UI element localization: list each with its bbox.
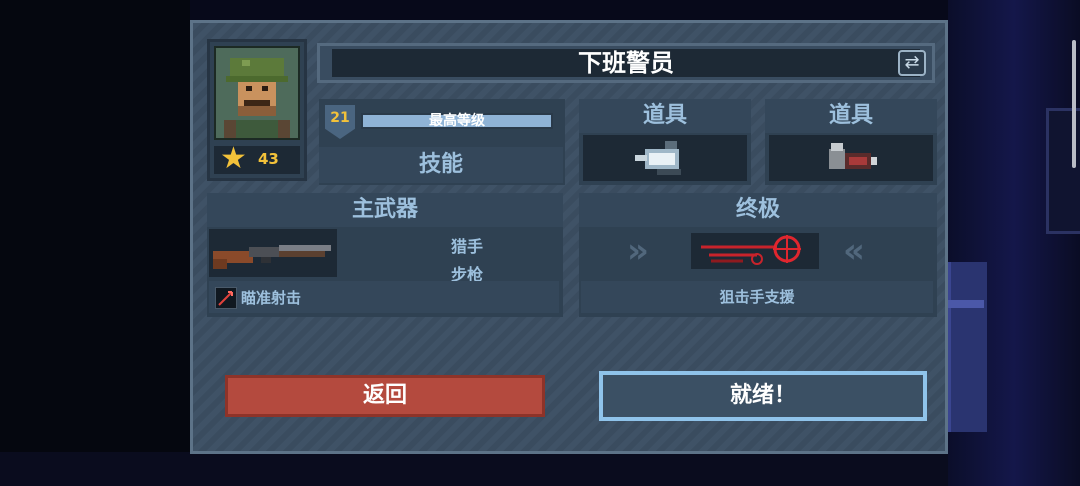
back-button[interactable]: 返回 <box>225 375 545 417</box>
soldier-avatar-icon <box>216 48 298 138</box>
primary-weapon-header: 主武器 <box>207 193 563 227</box>
loadout-panel: ★ 43 下班警员 ⇄ 21 最高等级 技能 道具 道具 主武器 猎手 步枪 瞄… <box>190 20 948 454</box>
character-portrait <box>214 46 300 140</box>
ultimate-skill-label: 狙击手支援 <box>581 281 933 313</box>
primary-weapon-card[interactable]: 主武器 猎手 步枪 瞄准射击 <box>207 193 563 317</box>
level-progress-bar: 最高等级 <box>361 113 553 129</box>
weapon-skill-label: 瞄准射击 <box>241 289 302 307</box>
item-slot-2[interactable]: 道具 <box>765 99 937 185</box>
aim-shot-icon <box>215 287 237 309</box>
background-pillar <box>948 262 987 432</box>
ultimate-slot <box>691 233 819 269</box>
item-slot-1[interactable]: 道具 <box>579 99 751 185</box>
ready-button[interactable]: 就绪！ <box>599 371 927 421</box>
item-slot-content <box>769 135 933 181</box>
aim-shot-glyph <box>218 291 233 306</box>
item-header: 道具 <box>579 99 751 133</box>
level-number: 21 <box>330 110 350 126</box>
item-slot-content <box>583 135 747 181</box>
edge-scroll-indicator <box>1072 40 1076 168</box>
character-name: 下班警员 <box>332 49 920 77</box>
level-section: 21 最高等级 技能 <box>319 99 565 185</box>
background-left <box>0 0 190 486</box>
weapon-skill-row: 瞄准射击 <box>209 281 559 313</box>
chevron-right-icon: » <box>627 231 649 271</box>
character-name-bar: 下班警员 ⇄ <box>317 43 935 83</box>
item-header: 道具 <box>765 99 937 133</box>
background-pillar-band <box>948 300 984 308</box>
background-floor <box>0 452 948 486</box>
ultimate-card[interactable]: 终极 » « 狙击手支援 <box>579 193 937 317</box>
bullet-ammo-icon <box>829 143 877 169</box>
flash-grenade-icon <box>635 141 681 175</box>
portrait-card[interactable]: ★ 43 <box>207 39 307 181</box>
weapon-slot <box>209 229 337 277</box>
rifle-icon <box>213 245 331 269</box>
chevron-left-icon: « <box>843 231 865 271</box>
swap-character-icon[interactable]: ⇄ <box>898 50 926 76</box>
skills-button[interactable]: 技能 <box>319 147 563 183</box>
star-icon: ★ <box>220 141 247 176</box>
weapon-name-line1: 猎手 <box>450 237 483 256</box>
star-count: 43 <box>258 150 279 168</box>
sniper-scope-icon <box>701 235 801 265</box>
level-label: 最高等级 <box>429 113 485 129</box>
ultimate-header: 终极 <box>579 193 937 227</box>
level-shield-icon: 21 <box>325 105 355 139</box>
star-rating: ★ 43 <box>214 141 300 176</box>
